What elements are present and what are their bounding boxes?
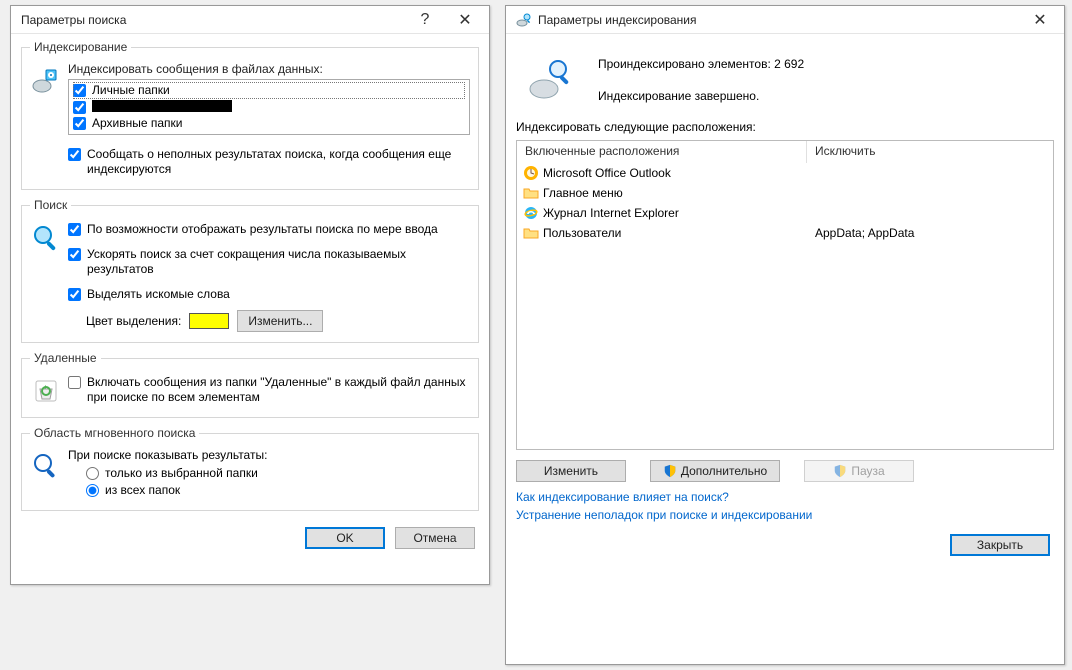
shield-icon (833, 464, 847, 478)
ok-button[interactable]: OK (305, 527, 385, 549)
close-icon[interactable]: ✕ (445, 8, 485, 32)
deleted-legend: Удаленные (30, 351, 101, 365)
link-troubleshoot-search-indexing[interactable]: Устранение неполадок при поиске и индекс… (516, 508, 1054, 522)
scope-legend: Область мгновенного поиска (30, 426, 199, 440)
radio[interactable] (86, 484, 99, 497)
data-file-checkbox[interactable] (73, 117, 86, 130)
incomplete-results-label: Сообщать о неполных результатах поиска, … (87, 147, 470, 177)
location-exclude: AppData; AppData (807, 226, 1053, 240)
deleted-group: Удаленные Включать сообщения из папки "У… (21, 351, 479, 418)
indexing-icon (516, 12, 532, 28)
indexed-count: Проиндексировано элементов: 2 692 (598, 54, 804, 74)
data-files-listbox[interactable]: Личные папки Архивные папки (68, 79, 470, 135)
search-options-dialog: Параметры поиска ? ✕ Индексирование Инде… (10, 5, 490, 585)
ie-icon (523, 205, 539, 221)
search-legend: Поиск (30, 198, 71, 212)
display-as-you-type-checkbox[interactable]: По возможности отображать результаты пои… (68, 222, 470, 237)
highlight-color-label: Цвет выделения: (86, 314, 181, 328)
close-button[interactable]: Закрыть (950, 534, 1050, 556)
data-file-item[interactable] (73, 99, 465, 115)
include-deleted-checkbox[interactable]: Включать сообщения из папки "Удаленные" … (68, 375, 470, 405)
pause-button: Пауза (804, 460, 914, 482)
speed-up-search-checkbox[interactable]: Ускорять поиск за счет сокращения числа … (68, 247, 470, 277)
label: Выделять искомые слова (87, 287, 230, 302)
shield-icon (663, 464, 677, 478)
data-file-item[interactable]: Архивные папки (73, 115, 465, 132)
location-row[interactable]: Журнал Internet Explorer (517, 203, 1053, 223)
checkbox[interactable] (68, 248, 81, 261)
advanced-button[interactable]: Дополнительно (650, 460, 780, 482)
incomplete-results-checkbox[interactable]: Сообщать о неполных результатах поиска, … (68, 147, 470, 177)
search-group: Поиск По возможности отображать результа… (21, 198, 479, 343)
label: только из выбранной папки (105, 466, 258, 481)
column-included[interactable]: Включенные расположения (517, 141, 807, 163)
location-row[interactable]: Microsoft Office Outlook (517, 163, 1053, 183)
indexing-legend: Индексирование (30, 40, 131, 54)
radio[interactable] (86, 467, 99, 480)
help-button[interactable]: ? (405, 8, 445, 32)
cancel-button[interactable]: Отмена (395, 527, 475, 549)
location-name: Пользователи (543, 226, 621, 240)
change-color-button[interactable]: Изменить... (237, 310, 323, 332)
scope-intro: При поиске показывать результаты: (68, 448, 470, 462)
advanced-button-label: Дополнительно (681, 464, 767, 478)
label: По возможности отображать результаты пои… (87, 222, 438, 237)
checkbox[interactable] (68, 223, 81, 236)
location-row[interactable]: Пользователи AppData; AppData (517, 223, 1053, 243)
location-name: Главное меню (543, 186, 623, 200)
column-exclude[interactable]: Исключить (807, 141, 1053, 163)
locations-label: Индексировать следующие расположения: (516, 120, 1054, 134)
titlebar: Параметры поиска ? ✕ (11, 6, 489, 34)
label: Ускорять поиск за счет сокращения числа … (87, 247, 470, 277)
data-file-checkbox[interactable] (73, 101, 86, 114)
redacted-label (92, 100, 232, 112)
dialog-title: Параметры индексирования (538, 13, 1020, 27)
highlight-color-swatch (189, 313, 229, 329)
highlight-terms-checkbox[interactable]: Выделять искомые слова (68, 287, 470, 302)
location-name: Журнал Internet Explorer (543, 206, 679, 220)
indexing-large-icon (526, 55, 578, 106)
indexing-group: Индексирование Индексировать сообщения в… (21, 40, 479, 190)
locations-list: Включенные расположения Исключить Micros… (516, 140, 1054, 450)
pause-button-label: Пауза (851, 464, 884, 478)
magnifier-icon (30, 448, 68, 482)
data-file-item[interactable]: Личные папки (73, 82, 465, 99)
scope-option-current-folder[interactable]: только из выбранной папки (86, 466, 470, 481)
location-row[interactable]: Главное меню (517, 183, 1053, 203)
scope-option-all-folders[interactable]: из всех папок (86, 483, 470, 498)
folder-icon (523, 225, 539, 241)
search-icon (30, 220, 68, 254)
label: из всех папок (105, 483, 180, 498)
location-name: Microsoft Office Outlook (543, 166, 671, 180)
data-file-label: Личные папки (92, 83, 170, 98)
recycle-bin-icon (30, 373, 68, 407)
folder-icon (523, 185, 539, 201)
modify-button[interactable]: Изменить (516, 460, 626, 482)
outlook-icon (523, 165, 539, 181)
label: Включать сообщения из папки "Удаленные" … (87, 375, 470, 405)
indexing-icon (30, 62, 68, 96)
data-file-checkbox[interactable] (73, 84, 86, 97)
indexing-complete: Индексирование завершено. (598, 86, 804, 106)
link-how-indexing-affects-search[interactable]: Как индексирование влияет на поиск? (516, 490, 1054, 504)
scope-group: Область мгновенного поиска При поиске по… (21, 426, 479, 511)
checkbox[interactable] (68, 148, 81, 161)
indexing-intro: Индексировать сообщения в файлах данных: (68, 62, 470, 76)
dialog-title: Параметры поиска (21, 13, 405, 27)
titlebar: Параметры индексирования ✕ (506, 6, 1064, 34)
indexing-options-dialog: Параметры индексирования ✕ Проиндексиров… (505, 5, 1065, 665)
data-file-label: Архивные папки (92, 116, 183, 131)
checkbox[interactable] (68, 376, 81, 389)
checkbox[interactable] (68, 288, 81, 301)
close-icon[interactable]: ✕ (1020, 8, 1060, 32)
